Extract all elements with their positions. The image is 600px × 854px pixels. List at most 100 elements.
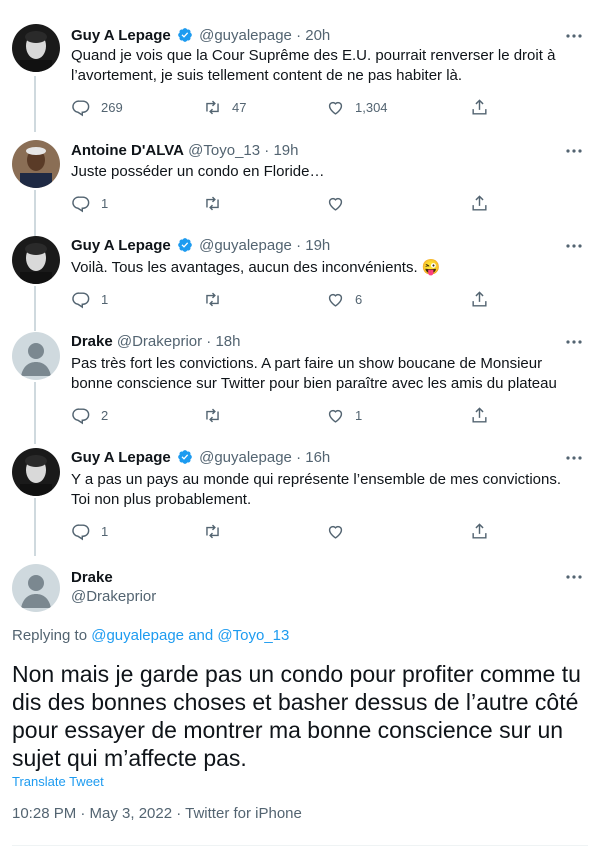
author-name[interactable]: Guy A Lepage xyxy=(71,237,171,254)
tweet-time[interactable]: 19h xyxy=(305,237,330,254)
like-count: 6 xyxy=(355,291,363,307)
share-button[interactable] xyxy=(470,97,489,117)
reply-count: 269 xyxy=(101,99,123,115)
replying-prefix: Replying to xyxy=(12,627,88,644)
retweet-button[interactable]: 47 xyxy=(203,97,246,117)
share-button[interactable] xyxy=(470,405,489,425)
tweet-time[interactable]: 20h xyxy=(305,27,330,44)
retweet-button[interactable] xyxy=(203,405,232,425)
replying-to: Replying to @guyalepage and @Toyo_13 xyxy=(12,627,289,644)
thread-line xyxy=(34,382,36,444)
tweet-header: Guy A Lepage @guyalepage · 20h xyxy=(71,26,330,46)
avatar-drakeprior[interactable] xyxy=(12,332,60,380)
reply-mention-and[interactable]: and xyxy=(188,627,213,644)
more-options-icon[interactable] xyxy=(564,26,584,46)
tweet-header: Guy A Lepage @guyalepage · 16h xyxy=(71,448,330,468)
separator-dot: · xyxy=(264,142,270,159)
avatar-guyalepage[interactable] xyxy=(12,24,60,72)
retweet-icon xyxy=(206,292,219,306)
heart-icon xyxy=(328,525,343,539)
tweet-header: Guy A Lepage @guyalepage · 19h xyxy=(71,236,330,256)
author-handle[interactable]: @guyalepage xyxy=(199,449,292,466)
reply-button[interactable]: 1 xyxy=(72,193,108,213)
thread-line xyxy=(34,286,36,331)
avatar-guyalepage[interactable] xyxy=(12,448,60,496)
like-count: 1 xyxy=(355,407,363,423)
retweet-count: 47 xyxy=(232,99,247,115)
reply-count: 1 xyxy=(101,291,109,307)
author-handle[interactable]: @Toyo_13 xyxy=(188,142,260,159)
tweet-header: Antoine D'ALVA @Toyo_13 · 19h xyxy=(71,141,299,161)
retweet-button[interactable] xyxy=(203,289,232,309)
more-options-icon[interactable] xyxy=(564,332,584,352)
author-handle[interactable]: @guyalepage xyxy=(199,27,292,44)
share-button[interactable] xyxy=(470,193,489,213)
reply-icon xyxy=(72,195,90,212)
author-name[interactable]: Antoine D'ALVA xyxy=(71,142,184,159)
thread-line xyxy=(34,76,36,132)
separator-dot: · xyxy=(206,333,212,350)
author-handle[interactable]: @Drakeprior xyxy=(117,333,202,350)
retweet-icon xyxy=(206,196,219,210)
reply-icon xyxy=(72,523,90,540)
heart-icon xyxy=(328,409,343,423)
reply-button[interactable]: 1 xyxy=(72,521,108,541)
more-options-icon[interactable] xyxy=(564,448,584,468)
more-options-icon[interactable] xyxy=(564,141,584,161)
like-button[interactable] xyxy=(326,521,355,541)
retweet-button[interactable] xyxy=(203,521,232,541)
tweet-timestamp[interactable]: 10:28 PM · May 3, 2022 · Twitter for iPh… xyxy=(12,805,302,822)
author-name[interactable]: Guy A Lepage xyxy=(71,449,171,466)
share-icon xyxy=(472,98,487,115)
reply-icon xyxy=(72,99,90,116)
tweet-text: Quand je vois que la Cour Suprême des E.… xyxy=(71,47,556,84)
reply-button[interactable]: 2 xyxy=(72,405,108,425)
heart-icon xyxy=(328,101,343,115)
avatar-toyo13[interactable] xyxy=(12,140,60,188)
author-handle[interactable]: @guyalepage xyxy=(199,237,292,254)
reply-icon xyxy=(72,407,90,424)
tweet-time[interactable]: 16h xyxy=(305,449,330,466)
more-options-icon[interactable] xyxy=(564,236,584,256)
author-name[interactable]: Drake xyxy=(71,569,113,586)
share-button[interactable] xyxy=(470,289,489,309)
author-name[interactable]: Drake xyxy=(71,333,113,350)
reply-count: 1 xyxy=(101,195,109,211)
separator-dot: · xyxy=(296,449,302,466)
retweet-icon xyxy=(206,524,219,538)
share-icon xyxy=(472,194,487,211)
retweet-icon xyxy=(206,100,219,114)
avatar-guyalepage[interactable] xyxy=(12,236,60,284)
tweet-text: Y a pas un pays au monde qui représente … xyxy=(71,471,562,508)
like-button[interactable]: 6 xyxy=(326,289,362,309)
reply-mention-toyo13[interactable]: @Toyo_13 xyxy=(217,627,289,644)
like-button[interactable]: 1 xyxy=(326,405,362,425)
tweet-actions: 1 xyxy=(62,521,492,541)
tweet-time[interactable]: 18h xyxy=(215,333,240,350)
more-options-icon[interactable] xyxy=(564,567,584,587)
like-count: 1,304 xyxy=(355,99,388,115)
tweet-actions: 269 47 1,304 xyxy=(62,97,492,117)
like-button[interactable]: 1,304 xyxy=(326,97,388,117)
tweet-actions: 1 xyxy=(62,193,492,213)
tweet-actions: 2 1 xyxy=(62,405,492,425)
translate-tweet-link[interactable]: Translate Tweet xyxy=(12,774,104,789)
separator-dot: · xyxy=(296,237,302,254)
reply-icon xyxy=(72,291,90,308)
reply-button[interactable]: 269 xyxy=(72,97,123,117)
share-button[interactable] xyxy=(470,521,489,541)
share-icon xyxy=(472,290,487,307)
author-name[interactable]: Guy A Lepage xyxy=(71,27,171,44)
verified-icon xyxy=(177,27,193,43)
separator-dot: · xyxy=(296,27,302,44)
reply-button[interactable]: 1 xyxy=(72,289,108,309)
reply-mention-guyalepage[interactable]: @guyalepage xyxy=(91,627,184,644)
avatar-drakeprior[interactable] xyxy=(12,564,60,612)
author-handle[interactable]: @Drakeprior xyxy=(71,588,156,605)
like-button[interactable] xyxy=(326,193,355,213)
tweet-time[interactable]: 19h xyxy=(273,142,298,159)
thread-line xyxy=(34,190,36,238)
heart-icon xyxy=(328,293,343,307)
tweet-text: Pas très fort les convictions. A part fa… xyxy=(71,355,557,392)
retweet-button[interactable] xyxy=(203,193,232,213)
